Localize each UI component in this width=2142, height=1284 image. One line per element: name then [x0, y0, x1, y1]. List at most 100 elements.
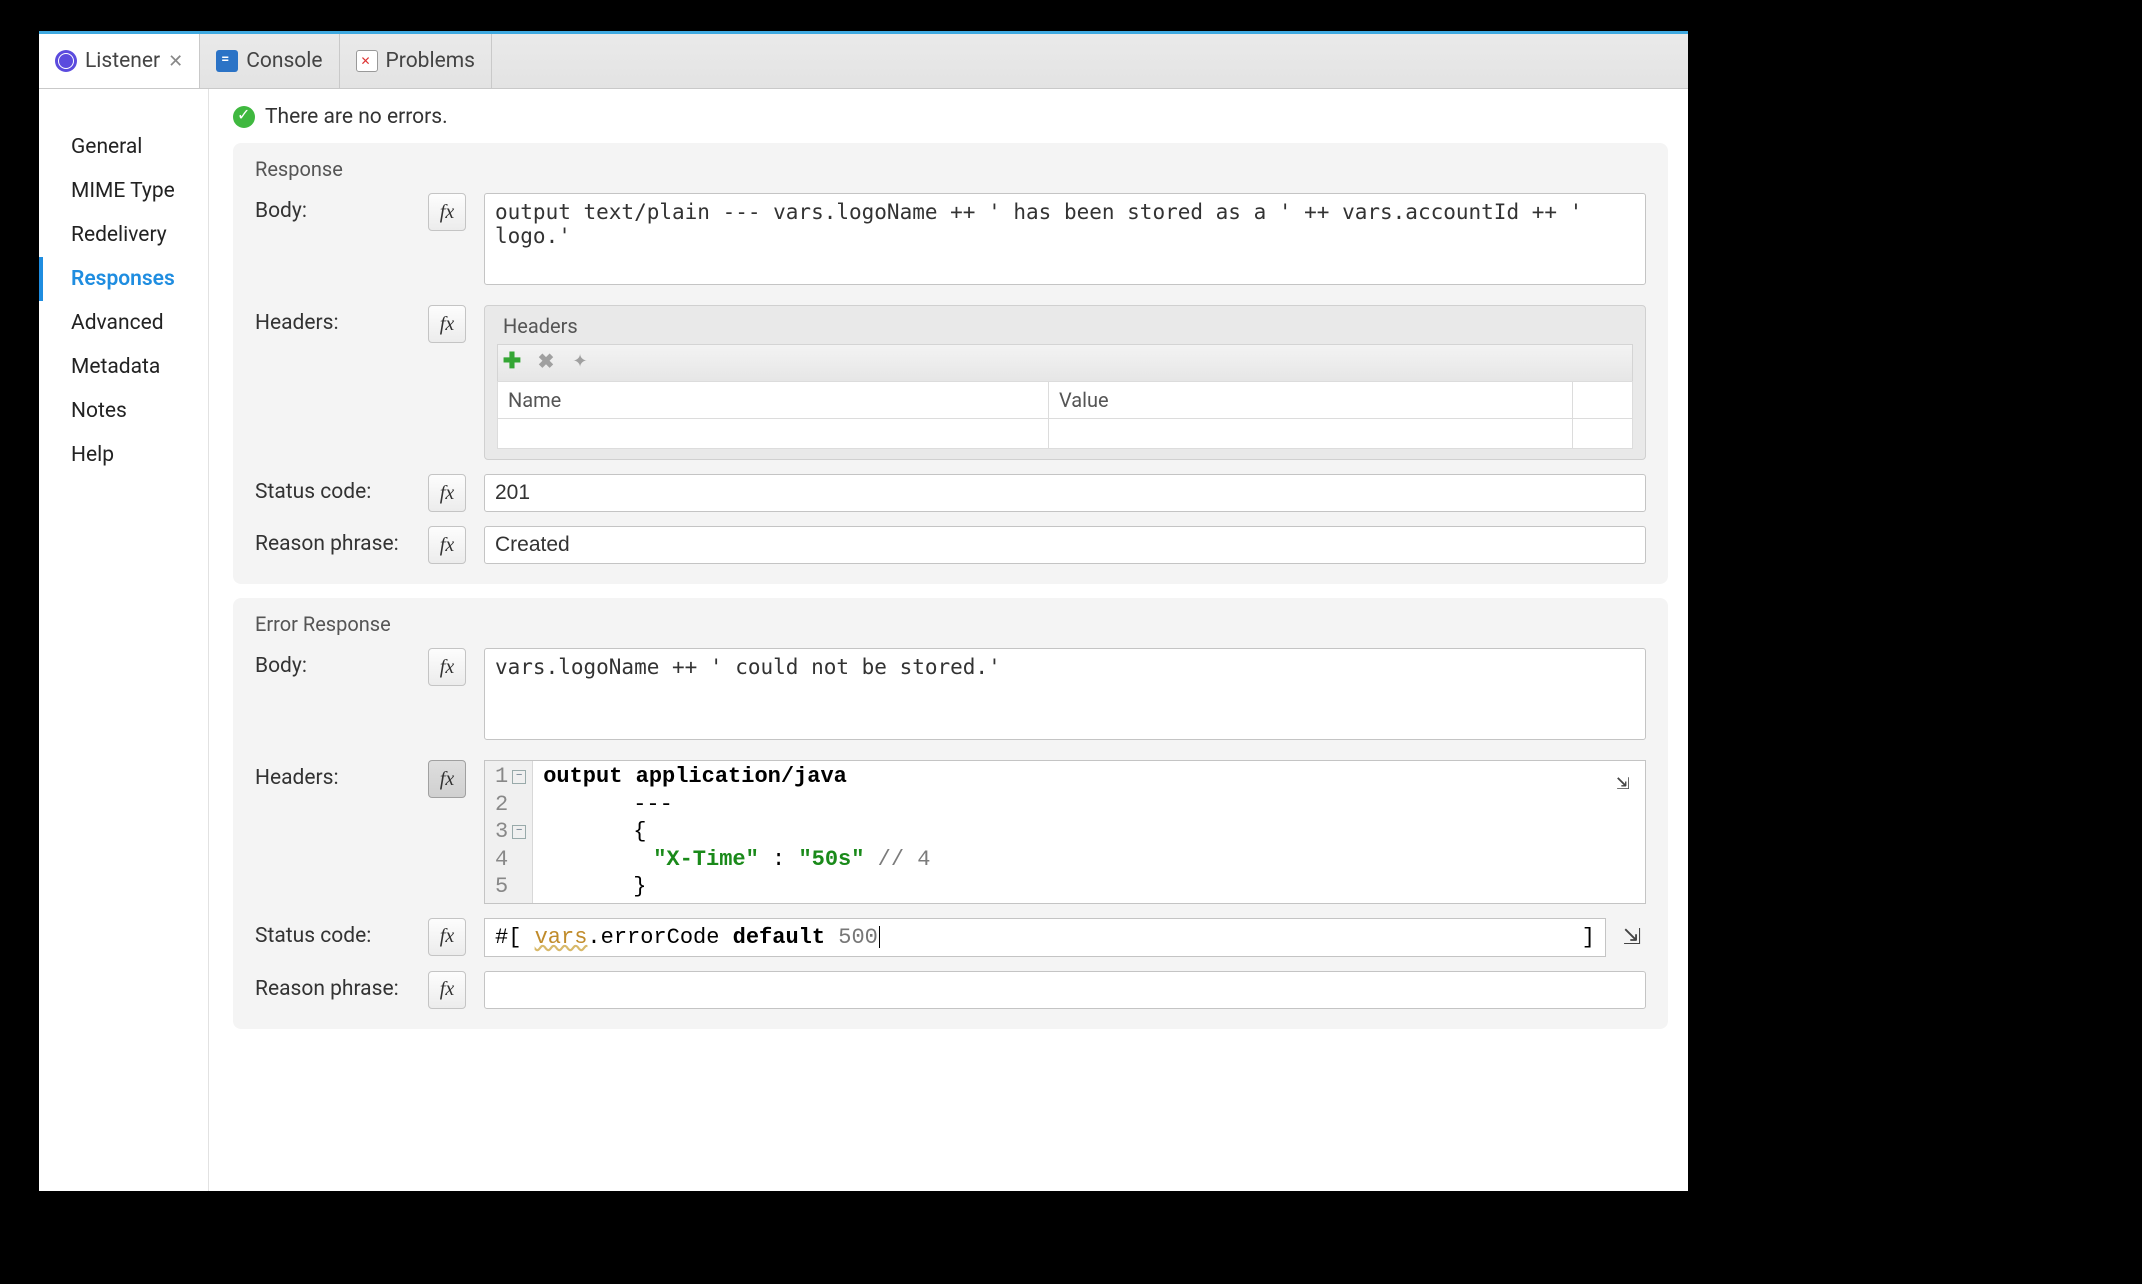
- headers-col-name: Name: [498, 382, 1049, 419]
- response-headers-row: Headers: fx Headers ✚ ✖ ✦: [255, 305, 1646, 460]
- globe-icon: [55, 50, 77, 72]
- add-header-button[interactable]: ✚: [500, 349, 524, 373]
- response-headers-label: Headers:: [255, 305, 410, 335]
- sidebar-item-label: Metadata: [71, 355, 160, 379]
- sidebar-item-label: Notes: [71, 399, 127, 423]
- headers-col-value: Value: [1048, 382, 1572, 419]
- expand-icon[interactable]: ⇲: [1609, 769, 1637, 797]
- status-line: There are no errors.: [209, 99, 1668, 143]
- fx-button[interactable]: fx: [428, 526, 466, 564]
- sidebar-item-label: Responses: [71, 267, 175, 291]
- tab-listener[interactable]: Listener ✕: [39, 34, 200, 88]
- sidebar-item-redelivery[interactable]: Redelivery: [39, 213, 208, 257]
- gutter-line: 1−: [495, 763, 526, 791]
- sidebar-item-help[interactable]: Help: [39, 433, 208, 477]
- code-line[interactable]: ---: [543, 791, 930, 819]
- gutter-line: 3−: [495, 818, 526, 846]
- error-response-title: Error Response: [255, 612, 1646, 636]
- table-row[interactable]: [498, 419, 1633, 449]
- response-body-label: Body:: [255, 193, 410, 223]
- sidebar-item-label: General: [71, 135, 142, 159]
- error-statuscode-label: Status code:: [255, 918, 410, 948]
- headers-code-editor[interactable]: 1−23−45 output application/java---{"X-Ti…: [484, 760, 1646, 904]
- app-window: Listener ✕ Console Problems General MIME…: [39, 31, 1688, 1191]
- expr-num: 500: [838, 925, 878, 950]
- headers-toolbar: ✚ ✖ ✦: [497, 344, 1633, 381]
- fx-button[interactable]: fx: [428, 918, 466, 956]
- error-body-label: Body:: [255, 648, 410, 678]
- code-line[interactable]: "X-Time" : "50s" // 4: [543, 846, 930, 874]
- response-reason-label: Reason phrase:: [255, 526, 410, 556]
- error-headers-row: Headers: fx 1−23−45 output application/j…: [255, 760, 1646, 904]
- gutter-line: 2: [495, 791, 526, 819]
- body: General MIME Type Redelivery Responses A…: [39, 89, 1688, 1191]
- gutter-line: 5: [495, 873, 526, 901]
- expand-icon[interactable]: ⇲: [1618, 923, 1646, 951]
- headers-table: Name Value: [497, 381, 1633, 449]
- code-line[interactable]: }: [543, 873, 930, 901]
- response-group: Response Body: fx Headers: fx Headers: [233, 143, 1668, 584]
- tab-problems[interactable]: Problems: [340, 34, 492, 88]
- fx-button[interactable]: fx: [428, 648, 466, 686]
- sidebar-item-general[interactable]: General: [39, 125, 208, 169]
- error-body-input[interactable]: [484, 648, 1646, 740]
- sidebar-item-notes[interactable]: Notes: [39, 389, 208, 433]
- code-lines[interactable]: output application/java---{"X-Time" : "5…: [533, 761, 940, 903]
- sidebar: General MIME Type Redelivery Responses A…: [39, 89, 209, 1191]
- tab-console-label: Console: [246, 49, 322, 73]
- sidebar-item-responses[interactable]: Responses: [39, 257, 208, 301]
- console-icon: [216, 50, 238, 72]
- error-reason-input[interactable]: [484, 971, 1646, 1009]
- response-statuscode-row: Status code: fx: [255, 474, 1646, 512]
- main-panel: There are no errors. Response Body: fx H…: [209, 89, 1688, 1191]
- sidebar-item-label: MIME Type: [71, 179, 175, 203]
- fx-button[interactable]: fx: [428, 193, 466, 231]
- expr-suffix: ]: [1582, 925, 1595, 950]
- delete-header-button[interactable]: ✖: [534, 349, 558, 373]
- error-reason-label: Reason phrase:: [255, 971, 410, 1001]
- headers-panel: Headers ✚ ✖ ✦ Name Value: [484, 305, 1646, 460]
- expr-prefix: #[: [495, 925, 535, 950]
- response-body-input[interactable]: [484, 193, 1646, 285]
- fx-button[interactable]: fx: [428, 971, 466, 1009]
- sidebar-item-label: Help: [71, 443, 114, 467]
- tab-console[interactable]: Console: [200, 34, 339, 88]
- sidebar-item-advanced[interactable]: Advanced: [39, 301, 208, 345]
- error-body-row: Body: fx: [255, 648, 1646, 746]
- extra-header-button[interactable]: ✦: [568, 349, 592, 373]
- text-caret: [879, 926, 880, 948]
- expr-errorCode: .errorCode: [587, 925, 732, 950]
- fold-icon[interactable]: −: [512, 770, 526, 784]
- error-statuscode-expr[interactable]: #[ vars.errorCode default 500 ]: [484, 918, 1606, 957]
- expr-default: default: [733, 925, 839, 950]
- tab-problems-label: Problems: [386, 49, 475, 73]
- fold-icon[interactable]: −: [512, 825, 526, 839]
- problems-icon: [356, 50, 378, 72]
- error-reason-row: Reason phrase: fx: [255, 971, 1646, 1009]
- code-gutter: 1−23−45: [485, 761, 533, 903]
- response-reason-row: Reason phrase: fx: [255, 526, 1646, 564]
- gutter-line: 4: [495, 846, 526, 874]
- tab-listener-label: Listener: [85, 49, 160, 73]
- status-message: There are no errors.: [265, 105, 448, 129]
- sidebar-item-mime-type[interactable]: MIME Type: [39, 169, 208, 213]
- fx-button[interactable]: fx: [428, 305, 466, 343]
- close-icon[interactable]: ✕: [168, 51, 183, 72]
- error-statuscode-row: Status code: fx #[ vars.errorCode defaul…: [255, 918, 1646, 957]
- response-reason-input[interactable]: [484, 526, 1646, 564]
- fx-button[interactable]: fx: [428, 474, 466, 512]
- expr-var: vars: [535, 925, 588, 950]
- sidebar-item-label: Advanced: [71, 311, 164, 335]
- response-statuscode-label: Status code:: [255, 474, 410, 504]
- fx-button[interactable]: fx: [428, 760, 466, 798]
- error-headers-label: Headers:: [255, 760, 410, 790]
- check-icon: [233, 106, 255, 128]
- sidebar-item-metadata[interactable]: Metadata: [39, 345, 208, 389]
- response-statuscode-input[interactable]: [484, 474, 1646, 512]
- headers-col-action: [1573, 382, 1633, 419]
- sidebar-item-label: Redelivery: [71, 223, 167, 247]
- headers-panel-title: Headers: [503, 314, 1633, 338]
- tab-bar: Listener ✕ Console Problems: [39, 34, 1688, 89]
- code-line[interactable]: {: [543, 818, 930, 846]
- code-line[interactable]: output application/java: [543, 763, 930, 791]
